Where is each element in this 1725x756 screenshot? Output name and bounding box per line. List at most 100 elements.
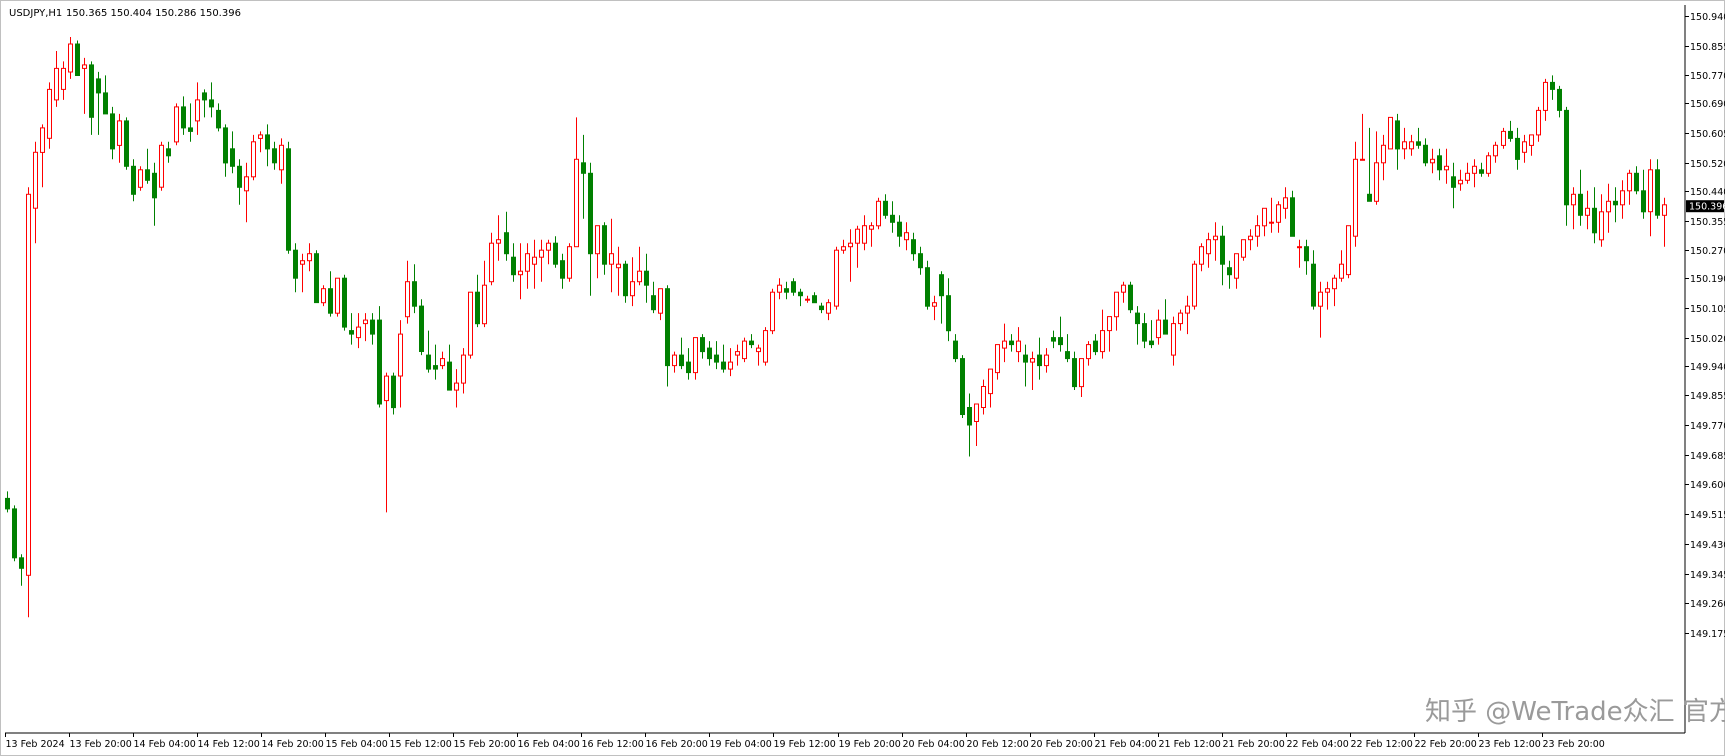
candle-body [328,288,333,314]
candle-body [237,165,242,188]
candle-body [61,67,66,90]
candle-body [12,508,17,559]
candle [1486,152,1491,177]
candlestick-chart: USDJPY,H1 150.365 150.404 150.286 150.39… [0,0,1725,756]
candle-body [946,295,951,332]
candle-body [1199,246,1204,265]
candle-body [447,361,452,391]
candle-body [602,225,607,265]
candle-body [1501,130,1506,146]
candle [321,285,326,307]
candle [1388,116,1393,150]
candle [876,197,881,230]
candle-body [637,270,642,283]
candle [286,141,291,254]
candle-body [33,151,38,209]
price-tick-label: 149.770 [1690,421,1725,432]
candle-body [960,358,965,416]
candle-body [1079,358,1084,388]
chart-background [0,0,1725,756]
candle [26,187,31,618]
candle-body [26,193,31,576]
candle-body [321,288,326,304]
candle-body [1023,354,1028,363]
time-tick-label: 22 Feb 20:00 [1415,739,1477,750]
candle-body [1648,169,1653,213]
candle-body [560,260,565,279]
candle-body [1220,235,1225,265]
candle-body [567,246,572,279]
candle-body [314,253,319,304]
candle-body [742,340,747,360]
candle-body [230,148,235,167]
candle [159,141,164,191]
candle-body [1409,141,1414,150]
candle [468,291,473,359]
candle-body [1613,200,1618,206]
candle-body [819,305,824,311]
time-tick-label: 13 Feb 2024 [6,739,65,750]
time-tick-label: 19 Feb 04:00 [710,739,772,750]
candle-body [433,365,438,370]
candle-body [553,242,558,265]
time-tick-label: 19 Feb 12:00 [774,739,836,750]
candle-body [1276,204,1281,223]
candle-body [419,305,424,353]
candle-body [1142,323,1147,342]
time-tick-label: 16 Feb 04:00 [518,739,580,750]
candle [1290,190,1295,237]
candle-body [630,281,635,297]
candle-body [658,288,663,314]
candle-body [763,330,768,363]
candle-body [511,256,516,276]
time-tick-label: 21 Feb 04:00 [1095,739,1157,750]
candle-body [398,333,403,377]
candle-body [1213,235,1218,241]
candle-body [96,78,101,94]
candle-body [574,158,579,248]
candle-body [1472,165,1477,174]
candle-body [791,281,796,293]
candle-body [1051,337,1056,342]
candle-body [826,302,831,314]
time-tick-label: 15 Feb 04:00 [326,739,388,750]
candle-body [679,354,684,367]
candle-body [869,225,874,230]
candle-body [1557,88,1562,111]
candle-body [110,113,115,150]
candle [834,246,839,310]
candle-body [672,354,677,367]
candle-body [1430,158,1435,164]
candle-body [700,337,705,353]
candle-body [131,165,136,195]
time-tick-label: 14 Feb 12:00 [198,739,260,750]
candle-body [707,347,712,360]
candle-body [883,200,888,216]
candle-body [939,274,944,297]
candle-body [370,319,375,335]
candle-body [1009,340,1014,346]
candle [12,505,17,562]
price-tick-label: 149.515 [1690,510,1725,521]
candle-body [644,270,649,286]
candle [742,337,747,363]
candle-body [1585,207,1590,216]
price-tick-label: 150.440 [1690,187,1725,198]
candle-body [1128,284,1133,311]
candle-body [1290,197,1295,237]
candle-body [588,172,593,255]
candle-body [1486,155,1491,174]
candle-body [1002,340,1007,349]
time-tick-label: 15 Feb 20:00 [454,739,516,750]
candle-body [19,557,24,569]
candle-body [265,134,270,150]
candle-body [1451,176,1456,188]
candle-body [1388,116,1393,150]
candle-body [307,253,312,262]
time-tick-label: 13 Feb 20:00 [70,739,132,750]
candle-body [918,253,923,269]
price-tick-label: 149.430 [1690,540,1725,551]
candle-body [1564,109,1569,206]
candle-body [539,249,544,258]
candle-body [848,242,853,248]
